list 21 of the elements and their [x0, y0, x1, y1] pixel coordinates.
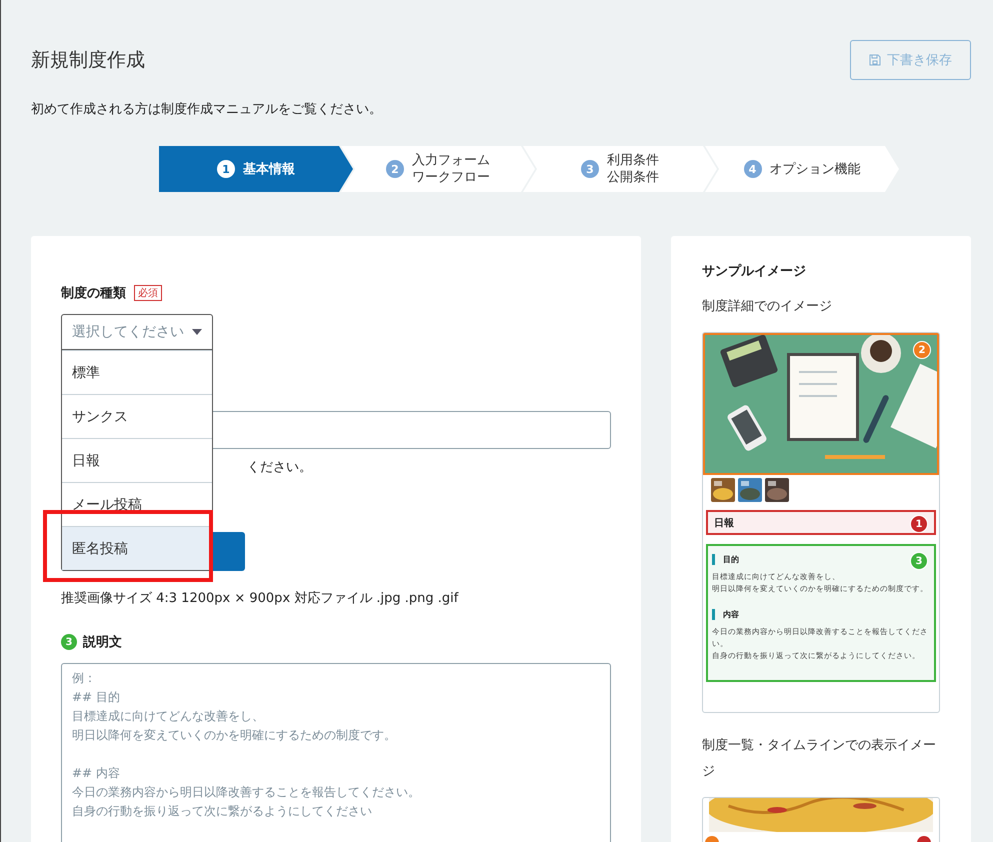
dropdown-option[interactable]: 匿名投稿	[62, 526, 212, 570]
step-tab[interactable]: 2 入力フォーム ワークフロー	[341, 146, 535, 192]
hint-text: ください。	[247, 459, 313, 477]
preview-heading: 内容	[712, 609, 930, 620]
step-tab[interactable]: 1 基本情報	[159, 146, 353, 192]
step-tab[interactable]: 3 利用条件 公開条件	[523, 146, 717, 192]
required-badge: 必須	[134, 285, 162, 301]
number-badge: 3	[910, 552, 928, 570]
section-heading: 制度詳細でのイメージ	[702, 298, 833, 316]
sample-title: サンプルイメージ	[702, 262, 807, 280]
description-textarea[interactable]: 例： ## 目的 目標達成に向けてどんな改善をし、 明日以降何を変えていくのかを明確にするための制度です。 ## 内容 今日の業務内容から明日以降改善することを報告してください。 自身の行動を振り返って次に繋がるようにしてください	[61, 663, 611, 842]
field-label: 制度の種類	[61, 284, 126, 302]
preview-title: 日報	[714, 516, 734, 530]
page-title: 新規制度作成	[31, 48, 145, 73]
section-heading: 制度一覧・タイムラインでの表示イメージ	[702, 737, 937, 781]
image-size-hint: 推奨画像サイズ 4:3 1200px × 900px 対応ファイル .jpg .png .gif	[61, 590, 460, 607]
number-badge: 1	[910, 515, 928, 533]
field-label: 説明文	[83, 634, 122, 651]
intro-text: 初めて作成される方は制度作成マニュアルをご覧ください。	[31, 101, 383, 118]
step-number-badge: 3	[61, 634, 77, 650]
step-tab[interactable]: 4 オプション機能	[705, 146, 899, 192]
